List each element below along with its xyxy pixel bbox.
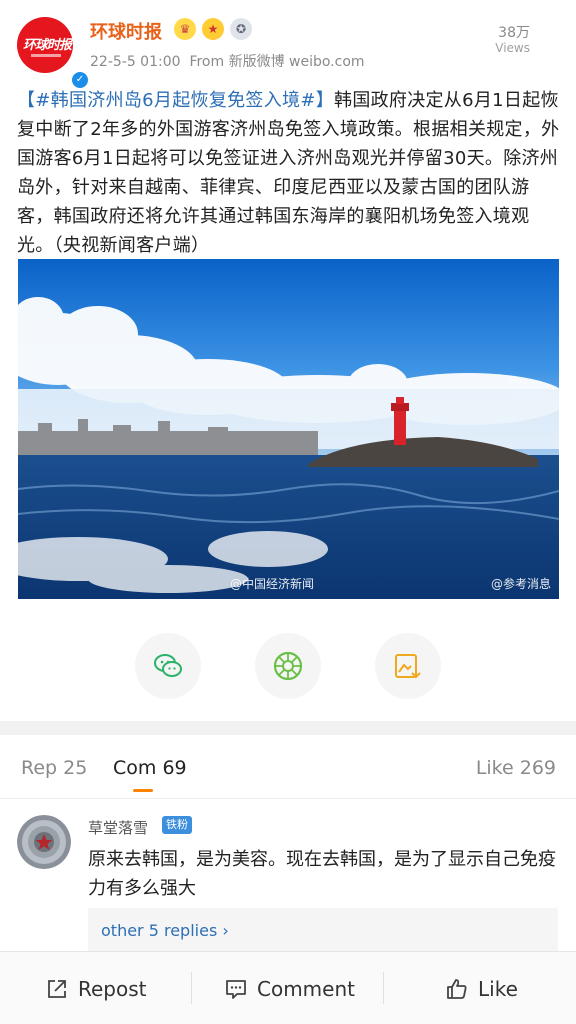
- bottom-action-bar: Repost Comment Like: [0, 951, 576, 1024]
- comment-label: Comment: [257, 976, 355, 1001]
- repost-label: Repost: [78, 976, 147, 1001]
- author-name[interactable]: 环球时报: [90, 18, 162, 44]
- post-hashtag[interactable]: 【#韩国济州岛6月起恢复免签入境#】: [17, 90, 334, 111]
- views-counter: 38万 Views: [470, 25, 530, 55]
- medal-badge-icon[interactable]: ✪: [230, 18, 252, 40]
- crown-badge-icon[interactable]: ♛: [174, 18, 196, 40]
- avatar-logo-underline: [31, 54, 61, 57]
- commenter-name[interactable]: 草堂落雪: [88, 817, 148, 838]
- thumbs-up-icon: [447, 978, 467, 999]
- like-label: Like: [478, 976, 518, 1001]
- post-meta: 22-5-5 01:00 From 新版微博 weibo.com: [90, 51, 365, 71]
- comment-text: 原来去韩国，是为美容。现在去韩国，是为了显示自己免疫力有多么强大: [88, 849, 556, 899]
- wechat-icon: [154, 654, 182, 677]
- bottom-divider: [191, 972, 192, 1004]
- like-button[interactable]: Like: [445, 952, 518, 1024]
- post-source[interactable]: From 新版微博 weibo.com: [189, 54, 364, 70]
- save-image-button[interactable]: [375, 633, 441, 699]
- bottom-divider: [383, 972, 384, 1004]
- watermark-right: @参考消息: [490, 577, 551, 591]
- jeju-lighthouse-photo: [18, 259, 559, 599]
- more-replies-label: other 5 replies ›: [101, 921, 229, 940]
- post-body: 【#韩国济州岛6月起恢复免签入境#】韩国政府决定从6月1日起恢复中断了2年多的外…: [17, 86, 562, 260]
- comment-item: 草堂落雪 铁粉 原来去韩国，是为美容。现在去韩国，是为了显示自己免疫力有多么强大…: [0, 800, 576, 952]
- save-image-icon: [395, 654, 421, 679]
- comment-button[interactable]: Comment: [224, 952, 355, 1024]
- moments-icon: [273, 651, 303, 681]
- post-text: 韩国政府决定从6月1日起恢复中断了2年多的外国游客济州岛免签入境政策。根据相关规…: [17, 90, 560, 256]
- more-replies-button[interactable]: other 5 replies ›: [88, 908, 558, 952]
- post-image[interactable]: @中国经济新闻 @参考消息: [18, 259, 559, 599]
- active-tab-indicator: [133, 789, 153, 792]
- author-avatar[interactable]: 环球时报 ✓: [17, 17, 90, 90]
- avatar-logo-text: 环球时报: [23, 38, 72, 53]
- post-tabs: Rep 25 Com 69 Like 269: [0, 735, 576, 799]
- wechat-share-button[interactable]: [135, 633, 201, 699]
- section-divider: [0, 721, 576, 735]
- fan-badge: 铁粉: [162, 816, 192, 834]
- commenter-avatar[interactable]: [17, 815, 71, 869]
- share-actions: [0, 633, 576, 699]
- comment-icon: [226, 979, 246, 999]
- watermark-left: @中国经济新闻: [230, 577, 315, 591]
- moments-share-button[interactable]: [255, 633, 321, 699]
- tab-comments[interactable]: Com 69: [113, 757, 187, 779]
- repost-icon: [48, 979, 66, 998]
- views-count: 38万: [498, 25, 530, 41]
- tab-likes[interactable]: Like 269: [476, 757, 556, 779]
- post-time: 22-5-5 01:00: [90, 54, 181, 70]
- post-header: 环球时报 ✓ 环球时报 ♛ ★ ✪ 22-5-5 01:00 From 新版微博…: [0, 0, 576, 90]
- shield-avatar-icon: [17, 815, 71, 869]
- author-badges: ♛ ★ ✪: [174, 17, 252, 41]
- star-badge-icon[interactable]: ★: [202, 18, 224, 40]
- repost-button[interactable]: Repost: [45, 952, 147, 1024]
- tab-reposts[interactable]: Rep 25: [21, 757, 87, 779]
- views-label: Views: [495, 41, 530, 55]
